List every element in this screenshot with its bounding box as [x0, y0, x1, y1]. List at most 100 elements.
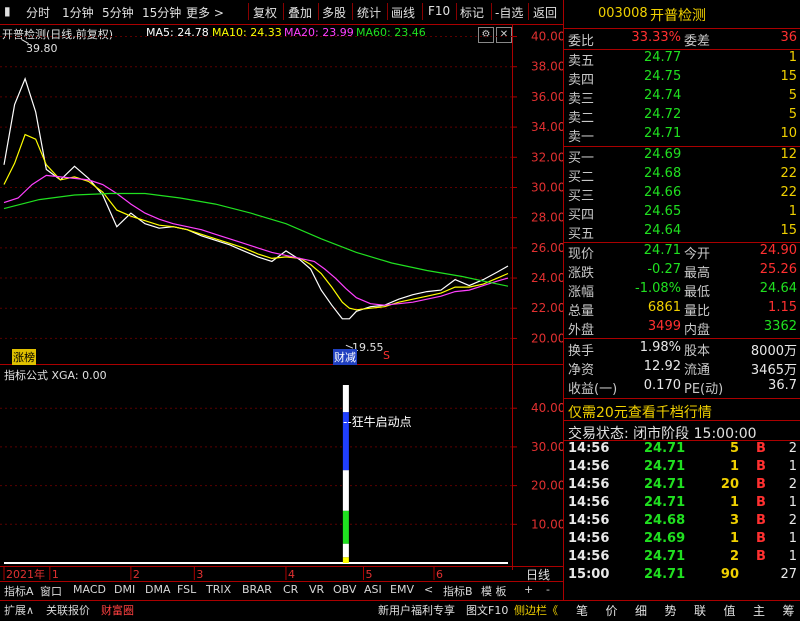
- tick-side: B: [756, 495, 766, 510]
- ask-level-price: 24.72: [644, 107, 681, 122]
- tab-brar[interactable]: BRAR: [242, 583, 272, 596]
- zoom-in-button[interactable]: +: [524, 583, 533, 596]
- right-tab-6[interactable]: 主: [747, 602, 771, 619]
- bid-book: 买一24.6912买二24.6822买三24.6622买四24.651买五24.…: [564, 147, 800, 242]
- quote-label: 最高: [684, 262, 710, 281]
- tick-row[interactable]: 14:5624.683B2: [566, 513, 799, 531]
- sidebar-toggle[interactable]: 侧边栏《: [514, 602, 558, 618]
- right-tab-2[interactable]: 细: [629, 602, 653, 619]
- tab-obv[interactable]: OBV: [333, 583, 356, 596]
- right-tab-3[interactable]: 势: [659, 602, 683, 619]
- ask-level-label: 卖五: [568, 50, 594, 69]
- tick-row[interactable]: 14:5624.712B1: [566, 549, 799, 567]
- quote-row: 涨跌-0.27最高25.26: [566, 262, 799, 280]
- tick-row[interactable]: 14:5624.711B1: [566, 495, 799, 513]
- stock-stats: 换手1.98%股本8000万净资12.92流通3465万收益(一)0.170PE…: [564, 340, 800, 398]
- stats-value: 12.92: [644, 359, 681, 374]
- ask-level-row[interactable]: 卖四24.7515: [566, 69, 799, 87]
- tab-emv[interactable]: EMV: [390, 583, 414, 596]
- tab-fsl[interactable]: FSL: [177, 583, 196, 596]
- tick-count: 2: [789, 441, 797, 456]
- indicator-y-tick-label: 40.00: [531, 401, 563, 415]
- x-tick-label: 5: [365, 568, 372, 581]
- ask-level-volume: 5: [789, 88, 797, 103]
- bid-level-row[interactable]: 买二24.6822: [566, 166, 799, 184]
- ask-level-volume: 10: [780, 126, 797, 141]
- tick-list[interactable]: 14:5624.715B214:5624.711B114:5624.7120B2…: [564, 441, 800, 586]
- period-daily[interactable]: 日线: [526, 566, 550, 583]
- tick-side: B: [756, 459, 766, 474]
- stock-name: 开普检测: [650, 5, 706, 25]
- indicator-y-tick-label: 20.00: [531, 479, 563, 493]
- tab-indicator-a[interactable]: 指标A: [4, 583, 34, 599]
- tick-price: 24.71: [644, 567, 685, 582]
- bid-level-row[interactable]: 买四24.651: [566, 204, 799, 222]
- tick-row[interactable]: 14:56 24.71 20 B 2: [566, 477, 799, 495]
- x-tick-label: 2021年: [6, 567, 45, 581]
- x-tick-label: 3: [196, 568, 203, 581]
- f10-graphic-link[interactable]: 图文F10: [466, 602, 508, 618]
- stats-value: 0.170: [644, 378, 681, 393]
- tick-side: B: [756, 477, 766, 492]
- ask-level-row[interactable]: 卖二24.725: [566, 107, 799, 125]
- expand-button[interactable]: 扩展∧: [4, 602, 34, 618]
- tab-template[interactable]: 模 板: [481, 583, 507, 599]
- tab-indicator-b[interactable]: 指标B: [443, 583, 473, 599]
- stats-value: 3465万: [751, 359, 797, 378]
- bid-level-row[interactable]: 买一24.6912: [566, 147, 799, 165]
- indicator-bar-segment: [343, 470, 349, 511]
- x-tick-label: 2: [133, 568, 140, 581]
- ask-level-label: 卖三: [568, 88, 594, 107]
- tick-price: 24.71: [644, 495, 685, 510]
- level2-promo-link[interactable]: 仅需20元查看千档行情: [568, 402, 712, 422]
- tick-time: 14:56: [568, 477, 609, 492]
- indicator-y-tick-label: 10.00: [531, 517, 563, 531]
- tick-price: 24.71: [644, 477, 685, 492]
- tab-window[interactable]: 窗口: [40, 583, 62, 599]
- right-tab-5[interactable]: 值: [718, 602, 742, 619]
- tab-dmi[interactable]: DMI: [114, 583, 135, 596]
- tick-row[interactable]: 14:5624.691B1: [566, 531, 799, 549]
- tab-macd[interactable]: MACD: [73, 583, 106, 596]
- wealth-circle-button[interactable]: 财富圈: [101, 602, 134, 618]
- related-quotes-button[interactable]: 关联报价: [46, 602, 90, 618]
- stats-label: 收益(一): [568, 378, 617, 397]
- tab-trix[interactable]: TRIX: [206, 583, 231, 596]
- quote-value: 24.71: [644, 243, 681, 258]
- indicator-chart[interactable]: 40.0030.0020.0010.00: [0, 0, 563, 570]
- stock-header: 003008 开普检测: [564, 0, 800, 28]
- tab-vr[interactable]: VR: [309, 583, 324, 596]
- right-tab-1[interactable]: 价: [600, 602, 624, 619]
- ask-level-price: 24.74: [644, 88, 681, 103]
- tick-volume: 3: [730, 513, 739, 528]
- ask-level-row[interactable]: 卖一24.7110: [566, 126, 799, 144]
- tick-volume: 20: [721, 477, 739, 492]
- tab-cr[interactable]: CR: [283, 583, 298, 596]
- tab-asi[interactable]: ASI: [364, 583, 382, 596]
- x-tick-label: 6: [436, 568, 443, 581]
- tab-scroll-left[interactable]: <: [424, 583, 433, 596]
- time-axis-ticks: 2021年123456: [0, 566, 512, 582]
- bid-level-row[interactable]: 买五24.6415: [566, 223, 799, 241]
- tick-row[interactable]: 14:5624.715B2: [566, 441, 799, 459]
- tab-dma[interactable]: DMA: [145, 583, 171, 596]
- ask-level-row[interactable]: 卖三 24.74 5: [566, 88, 799, 106]
- tick-count: 2: [789, 477, 797, 492]
- bid-level-label: 买一: [568, 147, 594, 166]
- bid-level-row[interactable]: 买三24.6622: [566, 185, 799, 203]
- new-user-benefits-link[interactable]: 新用户福利专享: [378, 602, 455, 618]
- right-tab-4[interactable]: 联: [688, 602, 712, 619]
- tick-row[interactable]: 14:5624.711B1: [566, 459, 799, 477]
- tick-row[interactable]: 15:0024.719027: [566, 567, 799, 585]
- ask-level-row[interactable]: 卖五24.771: [566, 50, 799, 68]
- bid-level-volume: 1: [789, 204, 797, 219]
- right-tab-7[interactable]: 筹: [777, 602, 800, 619]
- right-tab-0[interactable]: 笔: [570, 602, 594, 619]
- tick-price: 24.71: [644, 441, 685, 456]
- bid-level-volume: 22: [780, 185, 797, 200]
- quote-label: 最低: [684, 281, 710, 300]
- quote-value: 6861: [648, 300, 681, 315]
- x-tick-label: 4: [288, 568, 295, 581]
- zoom-out-button[interactable]: -: [546, 583, 550, 596]
- tick-time: 14:56: [568, 459, 609, 474]
